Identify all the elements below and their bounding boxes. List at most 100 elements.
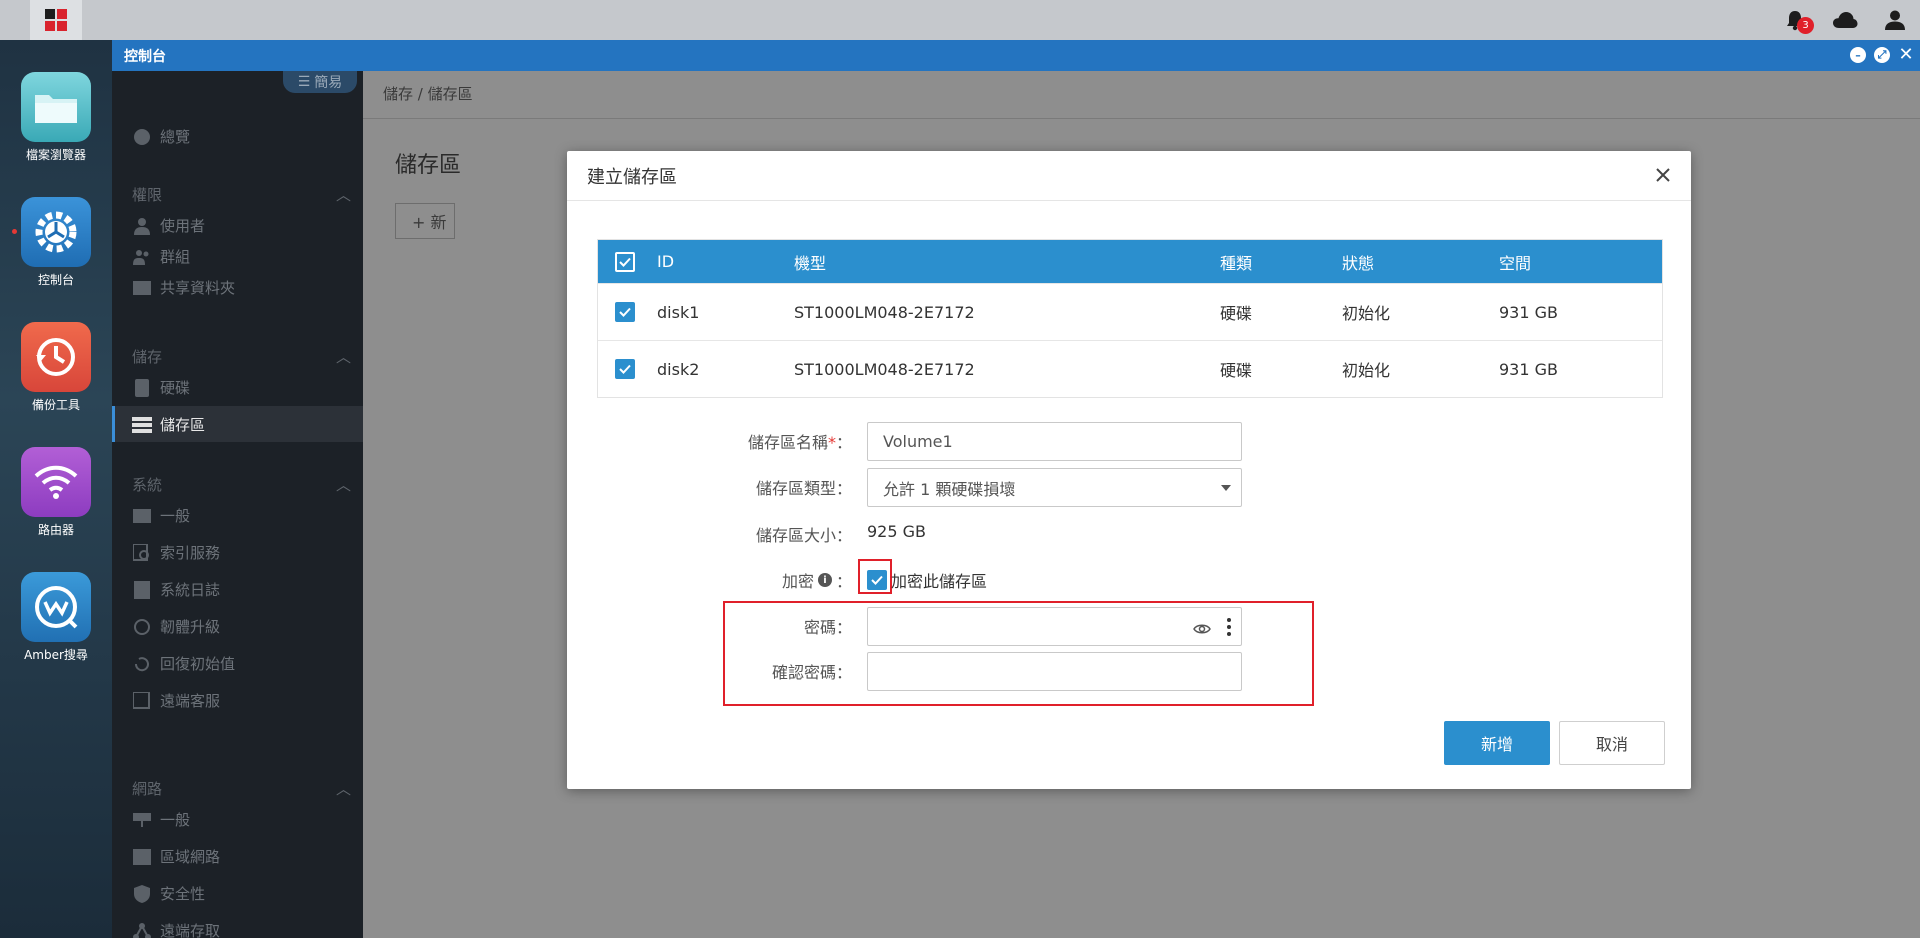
app-label: 控制台 (37, 273, 74, 287)
volume-type-label: 儲存區類型： (756, 475, 852, 499)
password-input[interactable] (867, 607, 1242, 646)
app-label: 備份工具 (31, 398, 80, 412)
sidebar-item-overview[interactable]: 總覽 (132, 126, 190, 147)
sidebar-item-general[interactable]: 一般 (132, 505, 190, 526)
start-menu-button[interactable] (30, 0, 82, 40)
volume-type-select[interactable]: 允許 1 顆硬碟損壞 (867, 468, 1242, 507)
notification-button[interactable]: 3 (1770, 0, 1820, 40)
sidebar-item-system-log[interactable]: 系統日誌 (132, 579, 220, 600)
label-colon: ： (835, 572, 852, 591)
app-label: 路由器 (37, 523, 74, 537)
sidebar-item-remote-support[interactable]: 遠端客服 (132, 690, 220, 711)
encrypt-checkbox[interactable] (867, 570, 887, 590)
column-header-id[interactable]: ID (657, 240, 674, 283)
gear-icon (21, 197, 91, 267)
log-icon (132, 580, 152, 599)
check-icon (871, 575, 883, 585)
dialog-close-button[interactable] (1651, 163, 1675, 187)
add-button[interactable]: 新增 (1444, 721, 1550, 765)
sidebar-item-label: 儲存區 (160, 416, 206, 434)
user-menu-button[interactable] (1870, 0, 1920, 40)
row-checkbox[interactable] (615, 341, 635, 397)
firmware-upgrade-icon (132, 618, 152, 636)
sidebar-item-index-service[interactable]: 索引服務 (132, 542, 220, 563)
user-icon (132, 217, 152, 235)
caret-down-icon (1221, 485, 1231, 491)
notification-badge: 3 (1797, 17, 1814, 34)
sidebar-item-security[interactable]: 安全性 (132, 883, 205, 904)
required-mark: * (827, 433, 836, 452)
new-volume-button[interactable]: + 新 (395, 203, 455, 239)
amber-search-icon (21, 572, 91, 642)
app-backup-tool[interactable]: 備份工具 (0, 322, 112, 413)
chevron-up-icon: ︿ (335, 186, 351, 204)
minimize-button[interactable]: – (1850, 47, 1866, 63)
sidebar-item-reset[interactable]: 回復初始值 (132, 653, 235, 674)
table-row[interactable]: disk2 ST1000LM048-2E7172 硬碟 初始化 931 GB (598, 340, 1662, 397)
select-all-checkbox[interactable] (615, 240, 635, 283)
disk-table: ID 機型 種類 狀態 空間 disk1 ST1000LM048-2E7172 … (597, 239, 1663, 398)
cancel-button[interactable]: 取消 (1559, 721, 1665, 765)
remote-support-icon (132, 691, 152, 710)
label-colon: ： (835, 663, 852, 682)
start-grid-icon (45, 9, 67, 31)
window-title: 控制台 (124, 48, 166, 65)
sidebar-item-label: 韌體升級 (160, 618, 221, 636)
label-text: 儲存區名稱 (747, 433, 828, 452)
window-title-bar[interactable]: 控制台 – ⤢ ✕ (112, 40, 1920, 71)
sidebar-item-shared-folders[interactable]: 共享資料夾 (132, 277, 235, 298)
chevron-up-icon: ︿ (335, 476, 351, 494)
sidebar-item-remote-access[interactable]: 遠端存取 (132, 920, 220, 938)
app-amber-search[interactable]: Amber搜尋 (0, 572, 112, 663)
table-header: ID 機型 種類 狀態 空間 (598, 240, 1662, 283)
general-settings-icon (132, 507, 152, 525)
sidebar-item-firmware[interactable]: 韌體升級 (132, 616, 220, 637)
breadcrumb: 儲存 / 儲存區 (383, 85, 473, 103)
encrypt-checkbox-row[interactable]: 加密此儲存區 (867, 568, 987, 592)
label-colon: ： (835, 618, 852, 637)
eye-icon[interactable] (1193, 620, 1211, 639)
volume-name-label: 儲存區名稱*： (748, 429, 852, 453)
more-options-icon[interactable] (1227, 618, 1231, 640)
simple-mode-toggle[interactable]: ☰ 簡易 (283, 71, 357, 93)
cloud-icon (1833, 12, 1858, 28)
cell-model: ST1000LM048-2E7172 (794, 359, 975, 379)
info-icon[interactable]: i (817, 573, 832, 587)
sidebar-section-system[interactable]: 系統 ︿ (132, 474, 351, 495)
sidebar-section-storage[interactable]: 儲存 ︿ (132, 346, 351, 367)
encrypt-label: 加密 i ： (782, 568, 852, 592)
app-control-panel[interactable]: 控制台 (0, 197, 112, 288)
minimize-icon: – (1855, 48, 1861, 62)
sidebar-item-label: 回復初始值 (160, 655, 236, 673)
sidebar-item-network-general[interactable]: 一般 (132, 809, 190, 830)
sidebar-item-label: 一般 (160, 811, 191, 829)
sidebar-item-lan[interactable]: 區域網路 (132, 846, 220, 867)
label-colon: ： (835, 479, 852, 498)
window-close-button[interactable]: ✕ (1898, 46, 1914, 64)
sidebar-item-groups[interactable]: 群組 (132, 246, 190, 267)
maximize-button[interactable]: ⤢ (1874, 47, 1890, 63)
confirm-password-input[interactable] (867, 652, 1242, 691)
sidebar-item-users[interactable]: 使用者 (132, 215, 205, 236)
disk-icon (132, 378, 152, 397)
app-router[interactable]: 路由器 (0, 447, 112, 538)
network-icon (132, 811, 152, 829)
column-header-space[interactable]: 空間 (1499, 240, 1531, 283)
app-file-browser[interactable]: 檔案瀏覽器 (0, 72, 112, 163)
row-checkbox[interactable] (615, 284, 635, 340)
sidebar-section-network[interactable]: 網路 ︿ (132, 778, 351, 799)
check-icon (619, 257, 631, 267)
sidebar-section-permissions[interactable]: 權限 ︿ (132, 184, 351, 205)
volume-name-input[interactable]: Volume1 (867, 422, 1242, 461)
table-row[interactable]: disk1 ST1000LM048-2E7172 硬碟 初始化 931 GB (598, 283, 1662, 340)
index-search-icon (132, 543, 152, 562)
column-header-type[interactable]: 種類 (1220, 240, 1252, 283)
lan-icon (132, 848, 152, 866)
sidebar-item-label: 使用者 (160, 217, 206, 235)
sidebar-item-disks[interactable]: 硬碟 (132, 377, 190, 398)
label-text: 儲存區類型 (755, 479, 836, 498)
sidebar-item-volumes[interactable]: 儲存區 (132, 414, 205, 435)
cloud-button[interactable] (1820, 0, 1870, 40)
column-header-model[interactable]: 機型 (794, 240, 826, 283)
column-header-status[interactable]: 狀態 (1342, 240, 1374, 283)
